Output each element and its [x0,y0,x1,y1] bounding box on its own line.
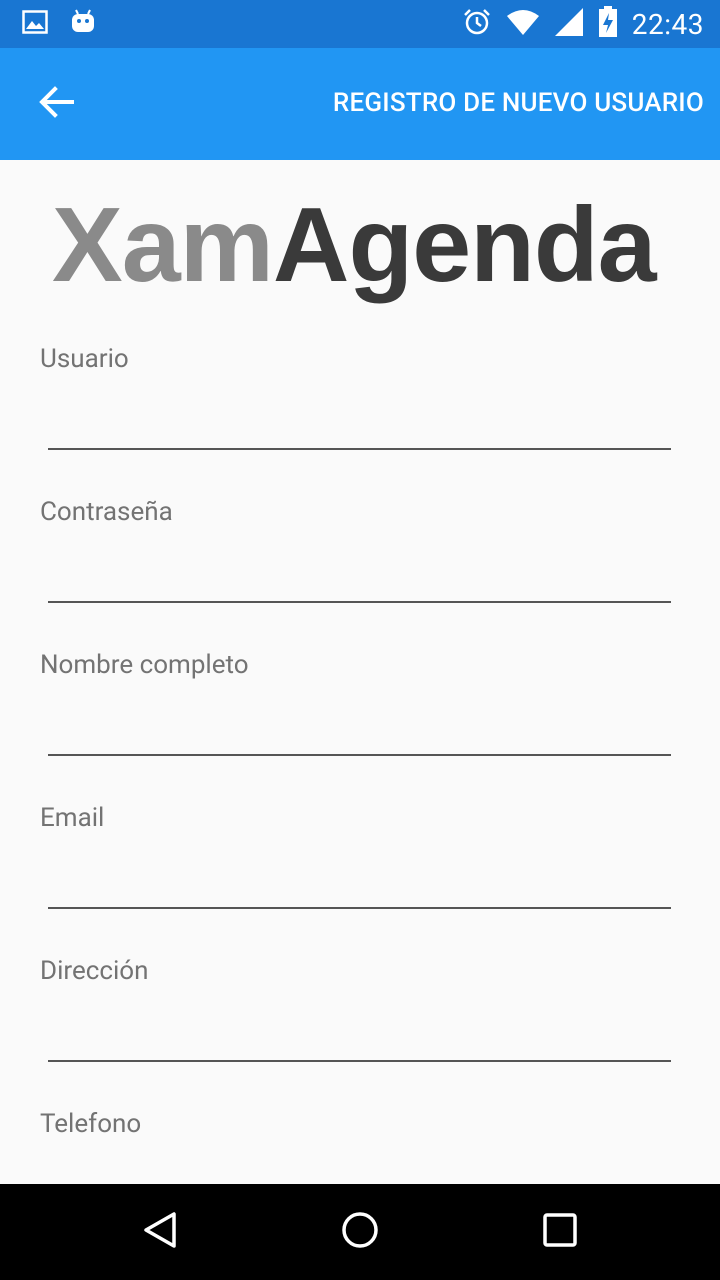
field-label: Email [40,803,105,833]
usuario-input[interactable] [48,392,671,450]
app-logo: XamAgenda [52,192,657,298]
wifi-icon [506,8,540,40]
signal-icon [554,7,584,41]
back-button[interactable] [30,78,82,130]
arrow-back-icon [38,84,74,124]
logo-part-agenda: Agenda [272,186,657,304]
android-icon [70,8,96,40]
battery-charging-icon [598,6,618,42]
field-label: Contraseña [40,497,173,527]
field-label: Dirección [40,956,149,986]
logo-part-xam: Xam [52,186,274,304]
full-name-input[interactable] [48,698,671,756]
system-nav-bar [0,1184,720,1280]
password-input[interactable] [48,545,671,603]
back-triangle-icon [140,1210,180,1254]
image-icon [22,9,48,39]
address-input[interactable] [48,1004,671,1062]
home-circle-icon [340,1210,380,1254]
alarm-icon [462,7,492,41]
email-input[interactable] [48,851,671,909]
app-bar: REGISTRO DE NUEVO USUARIO [0,48,720,160]
page-title: REGISTRO DE NUEVO USUARIO [332,88,704,118]
nav-home-button[interactable] [336,1208,384,1256]
field-label: Nombre completo [40,650,249,680]
registration-form: XamAgenda Usuario Contraseña Nombre comp… [0,160,720,1184]
field-label: Usuario [40,344,129,374]
nav-back-button[interactable] [136,1208,184,1256]
phone-input[interactable] [48,1157,671,1184]
status-bar: 22:43 [0,0,720,48]
nav-recents-button[interactable] [536,1208,584,1256]
status-time: 22:43 [631,7,704,41]
recents-square-icon [540,1210,580,1254]
field-label: Telefono [40,1109,142,1139]
